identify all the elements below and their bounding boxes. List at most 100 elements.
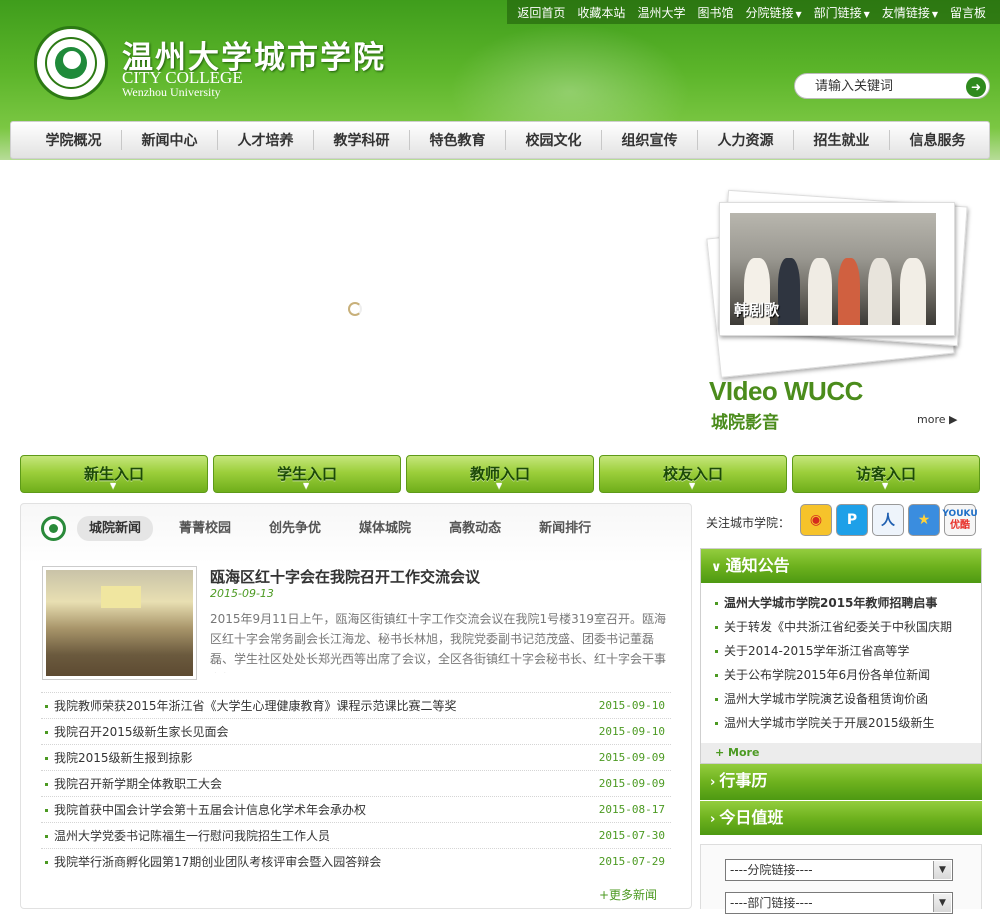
person-figure bbox=[868, 257, 892, 325]
headline-title[interactable]: 瓯海区红十字会在我院召开工作交流会议 bbox=[210, 566, 480, 587]
video-more-label: more bbox=[917, 413, 946, 426]
logo-emblem-inner bbox=[63, 51, 81, 69]
youku-label: 优酷 bbox=[950, 520, 970, 531]
list-item[interactable]: 温州大学党委书记陈福生一行慰问我院招生工作人员 2015-07-30 bbox=[41, 822, 671, 848]
video-thumbnail[interactable]: 韩剧歌 bbox=[719, 202, 955, 336]
site-header: 返回首页 收藏本站 温州大学 图书馆 分院链接 ▼ 部门链接 ▼ 友情链接 ▼ 留言板… bbox=[0, 0, 1000, 160]
nav-item-news[interactable]: 新闻中心 bbox=[122, 130, 217, 150]
news-title[interactable]: 温州大学党委书记陈福生一行慰问我院招生工作人员 bbox=[45, 827, 330, 844]
dropdown-arrow-icon: ▼ bbox=[863, 9, 870, 19]
notice-header[interactable]: ∨ 通知公告 bbox=[701, 549, 981, 583]
news-title[interactable]: 我院2015级新生报到掠影 bbox=[45, 749, 193, 766]
list-item[interactable]: 我院2015级新生报到掠影 2015-09-09 bbox=[41, 744, 671, 770]
top-link-friends[interactable]: 友情链接 ▼ bbox=[876, 4, 944, 21]
teacher-entry-button[interactable]: 教师入口 ▼ bbox=[406, 455, 594, 493]
top-link-wzu[interactable]: 温州大学 bbox=[631, 4, 691, 21]
duty-title: 今日值班 bbox=[719, 808, 784, 827]
weibo-icon[interactable]: ◉ bbox=[800, 504, 832, 536]
list-item[interactable]: 我院首获中国会计学会第十五届会计信息化学术年会承办权 2015-08-17 bbox=[41, 796, 671, 822]
top-link-friends-label: 友情链接 bbox=[881, 5, 930, 20]
person-figure bbox=[838, 257, 860, 325]
chevron-down-icon: ▼ bbox=[689, 481, 696, 490]
list-item[interactable]: 我院召开新学期全体教职工大会 2015-09-09 bbox=[41, 770, 671, 796]
tencent-weibo-icon[interactable]: P bbox=[836, 504, 868, 536]
chevron-down-icon: ▼ bbox=[303, 481, 310, 490]
top-link-guestbook[interactable]: 留言板 bbox=[944, 4, 992, 21]
tab-campus[interactable]: 菁菁校园 bbox=[167, 516, 243, 541]
list-item[interactable]: 我院教师荣获2015年浙江省《大学生心理健康教育》课程示范课比赛二等奖 2015-… bbox=[41, 692, 671, 718]
notice-item[interactable]: 关于公布学院2015年6月份各单位新闻 bbox=[715, 663, 977, 687]
news-date: 2015-09-09 bbox=[598, 777, 665, 790]
tab-news-ranking[interactable]: 新闻排行 bbox=[527, 516, 603, 541]
news-title[interactable]: 我院首获中国会计学会第十五届会计信息化学术年会承办权 bbox=[45, 801, 366, 818]
college-links-select[interactable]: ----分院链接---- ▼ bbox=[725, 859, 953, 881]
top-link-departments[interactable]: 部门链接 ▼ bbox=[808, 4, 876, 21]
list-item[interactable]: 我院举行浙商孵化园第17期创业团队考核评审会暨入园答辩会 2015-07-29 bbox=[41, 848, 671, 874]
chevron-down-icon: ▼ bbox=[882, 481, 889, 490]
entry-buttons: 新生入口 ▼ 学生入口 ▼ 教师入口 ▼ 校友入口 ▼ 访客入口 ▼ bbox=[20, 455, 980, 493]
top-link-library[interactable]: 图书馆 bbox=[691, 4, 739, 21]
headline-summary: 2015年9月11日上午，瓯海区街镇红十字工作交流会议在我院1号楼319室召开。… bbox=[210, 612, 667, 673]
news-date: 2015-07-29 bbox=[598, 855, 665, 868]
nav-item-admissions[interactable]: 招生就业 bbox=[794, 130, 889, 150]
top-link-bookmark[interactable]: 收藏本站 bbox=[571, 4, 631, 21]
notice-item[interactable]: 关于转发《中共浙江省纪委关于中秋国庆期 bbox=[715, 615, 977, 639]
nav-item-research[interactable]: 教学科研 bbox=[314, 130, 409, 150]
headline-photo[interactable] bbox=[42, 566, 197, 680]
nav-item-info-services[interactable]: 信息服务 bbox=[890, 130, 985, 150]
tab-college-news[interactable]: 城院新闻 bbox=[77, 516, 154, 541]
department-links-select[interactable]: ----部门链接---- ▼ bbox=[725, 892, 953, 914]
link-selects-box: ----分院链接---- ▼ ----部门链接---- ▼ bbox=[700, 844, 982, 914]
news-date: 2015-09-09 bbox=[598, 751, 665, 764]
chevron-down-icon: ▼ bbox=[496, 481, 503, 490]
search-go-icon[interactable]: ➜ bbox=[966, 77, 986, 97]
video-photo-caption: 韩剧歌 bbox=[734, 301, 780, 319]
tab-excellence[interactable]: 创先争优 bbox=[257, 516, 333, 541]
news-title[interactable]: 我院举行浙商孵化园第17期创业团队考核评审会暨入园答辩会 bbox=[45, 853, 381, 870]
triangle-right-icon: ▶ bbox=[949, 413, 958, 426]
nav-item-hr[interactable]: 人力资源 bbox=[698, 130, 793, 150]
nav-item-about[interactable]: 学院概况 bbox=[26, 130, 121, 150]
top-link-home[interactable]: 返回首页 bbox=[511, 4, 571, 21]
video-section-subtitle: 城院影音 bbox=[711, 413, 779, 433]
person-figure bbox=[900, 257, 926, 325]
news-date: 2015-09-10 bbox=[598, 699, 665, 712]
tab-media[interactable]: 媒体城院 bbox=[347, 516, 423, 541]
visitor-entry-button[interactable]: 访客入口 ▼ bbox=[792, 455, 980, 493]
notice-item[interactable]: 温州大学城市学院演艺设备租赁询价函 bbox=[715, 687, 977, 711]
nav-item-special-edu[interactable]: 特色教育 bbox=[410, 130, 505, 150]
college-links-select-value: ----分院链接---- bbox=[730, 863, 813, 877]
news-title[interactable]: 我院召开新学期全体教职工大会 bbox=[45, 775, 222, 792]
nav-item-campus-culture[interactable]: 校园文化 bbox=[506, 130, 601, 150]
video-section-title[interactable]: VIdeo WUCC bbox=[709, 376, 863, 407]
college-logo[interactable] bbox=[34, 26, 108, 100]
header-sculpture-image bbox=[440, 18, 700, 123]
tab-higher-edu[interactable]: 高教动态 bbox=[437, 516, 513, 541]
nav-item-organization[interactable]: 组织宣传 bbox=[602, 130, 697, 150]
more-news-link[interactable]: +更多新闻 bbox=[599, 886, 657, 903]
search-input[interactable] bbox=[815, 78, 955, 94]
list-item[interactable]: 我院召开2015级新生家长见面会 2015-09-10 bbox=[41, 718, 671, 744]
video-more-link[interactable]: more ▶ bbox=[917, 413, 957, 426]
notice-item[interactable]: 温州大学城市学院2015年教师招聘启事 bbox=[715, 591, 977, 615]
notice-item[interactable]: 关于2014-2015学年浙江省高等学 bbox=[715, 639, 977, 663]
duty-header[interactable]: › 今日值班 bbox=[700, 801, 982, 835]
news-title[interactable]: 我院教师荣获2015年浙江省《大学生心理健康教育》课程示范课比赛二等奖 bbox=[45, 697, 457, 714]
notice-item[interactable]: 温州大学城市学院关于开展2015级新生 bbox=[715, 711, 977, 735]
favorite-star-icon[interactable]: ★ bbox=[908, 504, 940, 536]
freshman-entry-button[interactable]: 新生入口 ▼ bbox=[20, 455, 208, 493]
search-box: ➜ bbox=[794, 73, 990, 99]
news-date: 2015-09-10 bbox=[598, 725, 665, 738]
nav-item-training[interactable]: 人才培养 bbox=[218, 130, 313, 150]
student-entry-button[interactable]: 学生入口 ▼ bbox=[213, 455, 401, 493]
top-link-colleges[interactable]: 分院链接 ▼ bbox=[739, 4, 807, 21]
social-icons: ◉ P 人 ★ YOUKU 优酷 bbox=[800, 504, 980, 536]
calendar-header[interactable]: › 行事历 bbox=[700, 764, 982, 800]
renren-icon[interactable]: 人 bbox=[872, 504, 904, 536]
chevron-right-icon: › bbox=[710, 812, 716, 827]
alumni-entry-button[interactable]: 校友入口 ▼ bbox=[599, 455, 787, 493]
news-title[interactable]: 我院召开2015级新生家长见面会 bbox=[45, 723, 229, 740]
youku-logo-text: YOUKU bbox=[942, 509, 978, 519]
youku-icon[interactable]: YOUKU 优酷 bbox=[942, 504, 978, 536]
notice-more-link[interactable]: + More bbox=[701, 743, 981, 763]
